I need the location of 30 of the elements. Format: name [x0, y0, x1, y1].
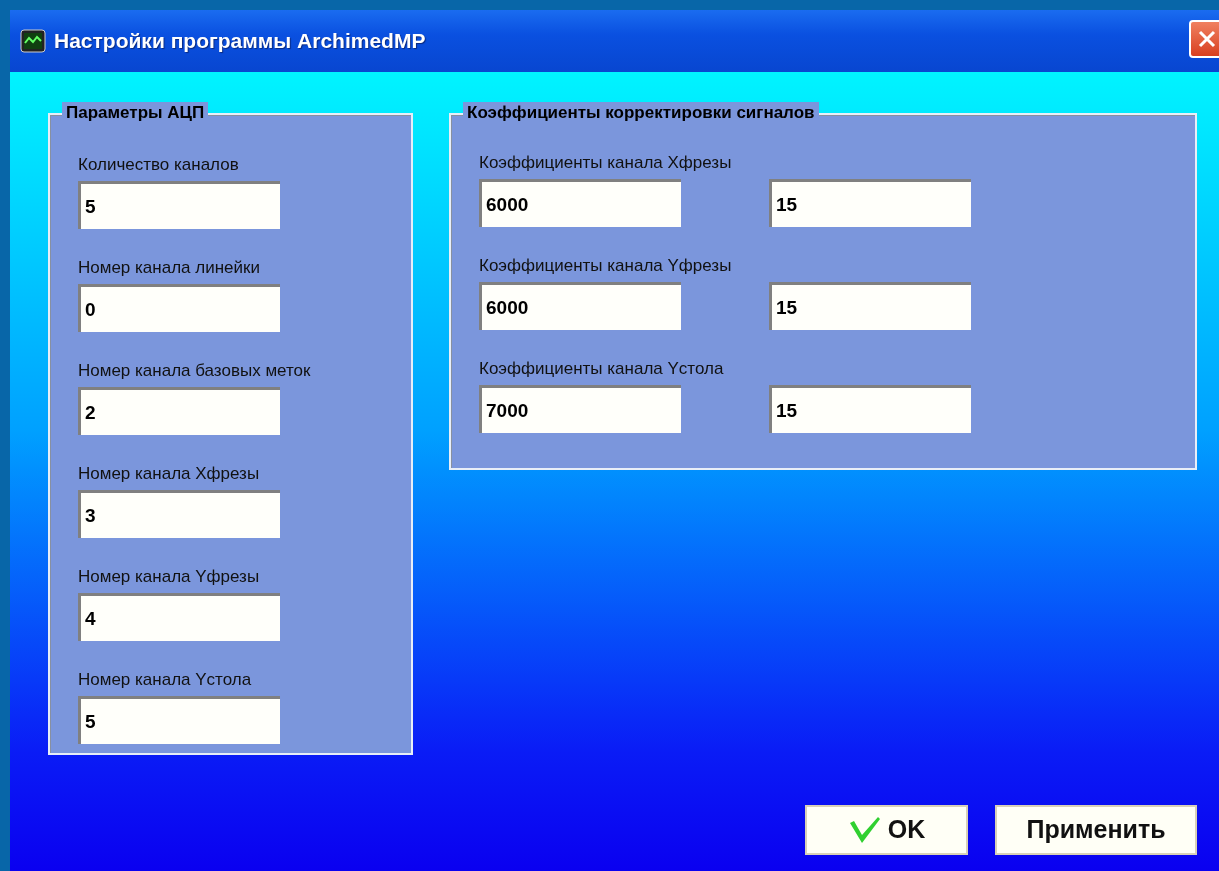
field-label: Количество каналов — [78, 155, 240, 175]
field-label: Номер канала базовых меток — [78, 361, 312, 381]
input-field[interactable]: 6000 — [479, 179, 681, 227]
input-field[interactable]: 5 — [78, 696, 280, 744]
field-label: Номер канала линейки — [78, 258, 261, 278]
field-label: Номер канала Yстола — [78, 670, 253, 690]
input-field[interactable]: 15 — [769, 282, 971, 330]
input-field[interactable]: 15 — [769, 179, 971, 227]
ok-button[interactable]: OK — [805, 805, 968, 855]
app-icon — [20, 29, 46, 53]
input-field[interactable]: 3 — [78, 490, 280, 538]
field-label: Коэффициенты канала Хфрезы — [479, 153, 733, 173]
group-title: Параметры АЦП — [62, 102, 209, 124]
window-title: Настройки программы ArchimedMP — [54, 28, 426, 55]
close-button[interactable] — [1189, 20, 1219, 58]
input-field[interactable]: 6000 — [479, 282, 681, 330]
input-field[interactable]: 0 — [78, 284, 280, 332]
field-label: Коэффициенты канала Yстола — [479, 359, 725, 379]
input-field[interactable]: 4 — [78, 593, 280, 641]
field-label: Коэффициенты канала Yфрезы — [479, 256, 733, 276]
input-field[interactable]: 5 — [78, 181, 280, 229]
apply-button[interactable]: Применить — [995, 805, 1197, 855]
close-icon — [1197, 29, 1217, 49]
group-title: Коэффициенты корректировки сигналов — [463, 102, 819, 124]
input-field[interactable]: 7000 — [479, 385, 681, 433]
input-field[interactable]: 2 — [78, 387, 280, 435]
check-icon — [847, 815, 882, 845]
field-label: Номер канала Хфрезы — [78, 464, 261, 484]
input-field[interactable]: 15 — [769, 385, 971, 433]
field-label: Номер канала Yфрезы — [78, 567, 261, 587]
